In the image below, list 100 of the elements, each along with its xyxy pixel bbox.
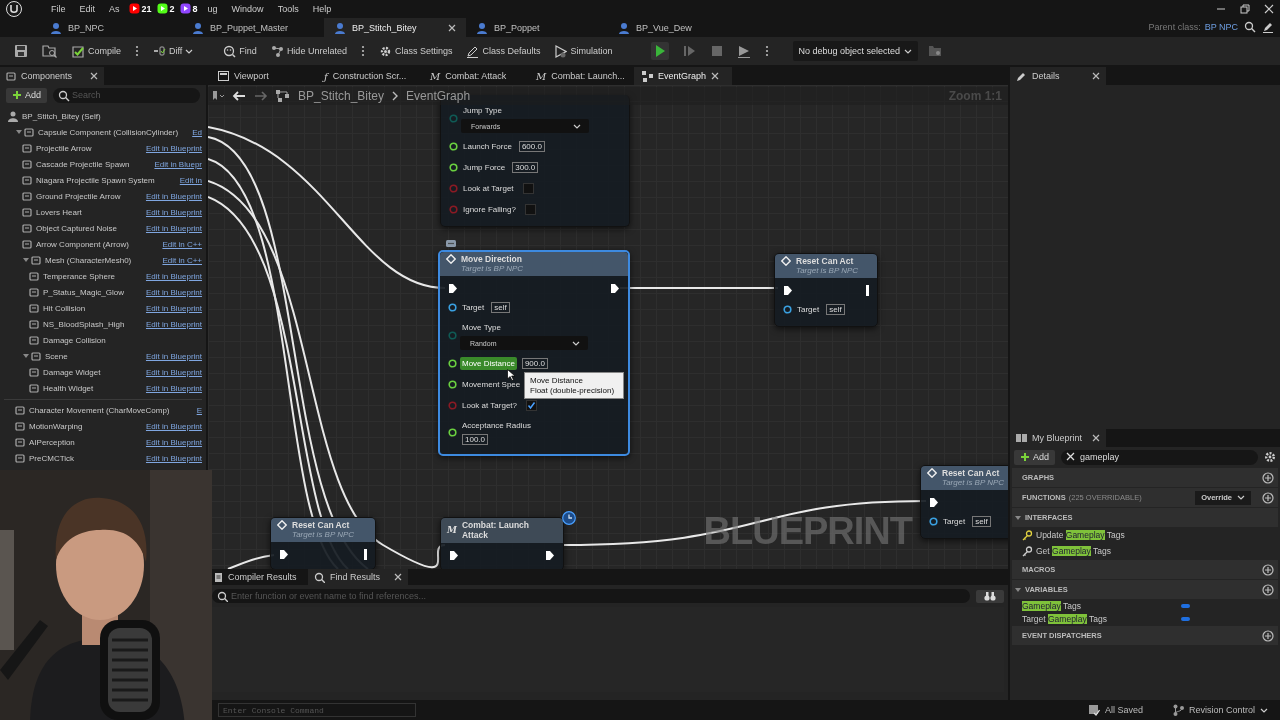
component-item[interactable]: Capsule Component (CollisionCylinder) xyxy=(38,127,179,137)
toolbar-button[interactable]: Simulation xyxy=(550,41,617,61)
component-item[interactable]: Cascade Projectile Spawn xyxy=(36,159,130,169)
component-item[interactable]: Niagara Projectile Spawn System xyxy=(36,175,155,185)
document-tab[interactable]: BP_Vue_Dew xyxy=(608,18,750,37)
graph-watermark: BLUEPRINT xyxy=(703,510,912,553)
graph-node[interactable]: Reset Can Act Target is BP NPC xyxy=(270,517,376,569)
tooltip-title: Move Distance xyxy=(530,376,584,386)
menu-item[interactable]: As xyxy=(102,3,127,14)
component-item[interactable]: Damage Widget xyxy=(43,367,101,377)
edit-link[interactable]: Edit in Blueprint xyxy=(141,271,202,281)
edit-link[interactable]: Edit in Blueprint xyxy=(141,303,202,313)
toolbar-button[interactable]: Compile xyxy=(68,41,125,61)
pin-label: Launch Force xyxy=(462,141,513,153)
node-title: Move Direction xyxy=(461,254,522,264)
document-tab[interactable]: BP_Stitch_Bitey xyxy=(324,18,466,37)
menu-item[interactable]: Window xyxy=(224,3,271,14)
component-item[interactable]: PreCMCTick xyxy=(29,453,75,463)
node-title: Combat: Launch Attack xyxy=(461,520,531,540)
edit-link[interactable]: E xyxy=(192,405,202,415)
component-item[interactable]: P_Status_Magic_Glow xyxy=(43,287,124,297)
component-item[interactable]: Health Widget xyxy=(43,383,94,393)
edit-link[interactable]: Edit in C++ xyxy=(158,255,202,265)
toolbar-button[interactable]: Class Defaults xyxy=(462,41,545,61)
toolbar-button[interactable]: Diff xyxy=(149,41,198,61)
value-field[interactable]: 300.0 xyxy=(512,162,539,173)
node-subtitle: Target is BP NPC xyxy=(941,478,1006,487)
edit-link[interactable]: Edit in Blueprint xyxy=(141,319,202,329)
value-field[interactable]: self xyxy=(972,516,991,527)
panel-tab[interactable]: My Blueprint xyxy=(1010,429,1106,447)
add-button[interactable]: Add xyxy=(1014,449,1055,465)
panel-tab[interactable]: Components xyxy=(0,67,104,85)
node-title: Reset Can Act xyxy=(942,468,1000,478)
component-item[interactable]: Character Movement (CharMoveComp) xyxy=(29,405,170,415)
variable-item[interactable]: Target Gameplay Tags xyxy=(1022,613,1107,624)
debug-object-dropdown[interactable]: No debug object selected xyxy=(792,41,919,61)
edit-link[interactable]: Edit in Blueprint xyxy=(141,421,202,431)
interface-item[interactable]: Update Gameplay Tags xyxy=(1036,530,1125,540)
value-field[interactable]: 100.0 xyxy=(462,434,489,445)
breadcrumb-item[interactable]: BP_Stitch_Bitey xyxy=(298,89,385,103)
pin-label: Jump Type xyxy=(462,105,503,117)
toolbar-button[interactable]: Class Settings xyxy=(374,41,457,61)
value-field[interactable]: 600.0 xyxy=(518,141,545,152)
edit-link[interactable]: Ed xyxy=(188,127,202,137)
editor-tab[interactable]: EventGraph xyxy=(634,67,732,85)
component-item[interactable]: Lovers Heart xyxy=(36,207,82,217)
component-item[interactable]: Object Captured Noise xyxy=(36,223,117,233)
edit-link[interactable]: Edit in Blueprint xyxy=(141,207,202,217)
editor-tab[interactable]: ƒ Construction Scr... xyxy=(316,67,422,85)
panel-tab[interactable]: Find Results xyxy=(308,569,408,585)
graph-node[interactable]: Reset Can Act Target is BP NPC Target self xyxy=(774,253,878,327)
toolbar-button[interactable]: Find xyxy=(219,41,261,61)
component-item[interactable]: Ground Projectile Arrow xyxy=(36,191,121,201)
component-item[interactable]: Temperance Sphere xyxy=(43,271,116,281)
pin-label: Ignore Falling? xyxy=(462,204,517,216)
document-tab[interactable]: BP_Poppet xyxy=(466,18,608,37)
component-item[interactable]: MotionWarping xyxy=(29,421,83,431)
edit-link[interactable]: Edit in Bluepr xyxy=(150,159,202,169)
editor-tab[interactable]: M Combat: Attack xyxy=(422,67,528,85)
menu-item[interactable]: File xyxy=(44,3,73,14)
edit-link[interactable]: Edit in C++ xyxy=(158,239,202,249)
edit-link[interactable]: Edit in Blueprint xyxy=(141,223,202,233)
component-item[interactable]: AIPerception xyxy=(29,437,75,447)
component-item[interactable]: Arrow Component (Arrow) xyxy=(36,239,129,249)
component-item[interactable]: Mesh (CharacterMesh0) xyxy=(45,255,132,265)
document-tab[interactable]: BP_NPC xyxy=(40,18,182,37)
edit-link[interactable]: Edit in Blueprint xyxy=(141,367,202,377)
panel-tab[interactable]: Details xyxy=(1010,67,1106,85)
revision-control-button[interactable]: Revision Control xyxy=(1172,704,1268,716)
edit-link[interactable]: Edit in Blueprint xyxy=(141,287,202,297)
value-field[interactable]: 900.0 xyxy=(521,358,548,369)
component-item[interactable]: Projectile Arrow xyxy=(36,143,92,153)
edit-link[interactable]: Edit in Blueprint xyxy=(141,191,202,201)
component-item[interactable]: Scene xyxy=(45,351,68,361)
save-status[interactable]: All Saved xyxy=(1087,704,1143,716)
edit-link[interactable]: Edit in Blueprint xyxy=(141,437,202,447)
value-field[interactable]: self xyxy=(826,304,845,315)
add-button[interactable]: Add xyxy=(6,87,47,103)
menu-item[interactable]: ug xyxy=(200,3,225,14)
menu-item[interactable]: Edit xyxy=(72,3,103,14)
edit-link[interactable]: Edit in Blueprint xyxy=(141,351,202,361)
editor-tab[interactable]: Viewport xyxy=(210,67,316,85)
document-tab[interactable]: BP_Puppet_Master xyxy=(182,18,324,37)
toolbar-button[interactable]: Hide Unrelated xyxy=(266,41,351,61)
edit-link[interactable]: Edit in Blueprint xyxy=(141,143,202,153)
component-item[interactable]: BP_Stitch_Bitey (Self) xyxy=(22,111,101,121)
parent-class-link[interactable]: BP NPC xyxy=(1204,22,1238,32)
value-field[interactable]: self xyxy=(491,302,510,313)
edit-link[interactable]: Edit in Blueprint xyxy=(141,383,202,393)
component-item[interactable]: Hit Collision xyxy=(43,303,86,313)
component-item[interactable]: NS_BloodSplash_High xyxy=(43,319,125,329)
panel-tab[interactable]: Compiler Results xyxy=(208,569,308,585)
edit-link[interactable]: Edit in Blueprint xyxy=(141,453,202,463)
edit-link[interactable]: Edit in xyxy=(175,175,202,185)
component-item[interactable]: Damage Collision xyxy=(43,335,106,345)
graph-node[interactable]: Reset Can Act Target is BP NPC Target self xyxy=(920,465,1008,539)
search-field[interactable]: gameplay xyxy=(1061,449,1258,465)
editor-tab[interactable]: M Combat: Launch... xyxy=(528,67,634,85)
menu-item[interactable]: Help xyxy=(305,3,339,14)
menu-item[interactable]: Tools xyxy=(270,3,306,14)
